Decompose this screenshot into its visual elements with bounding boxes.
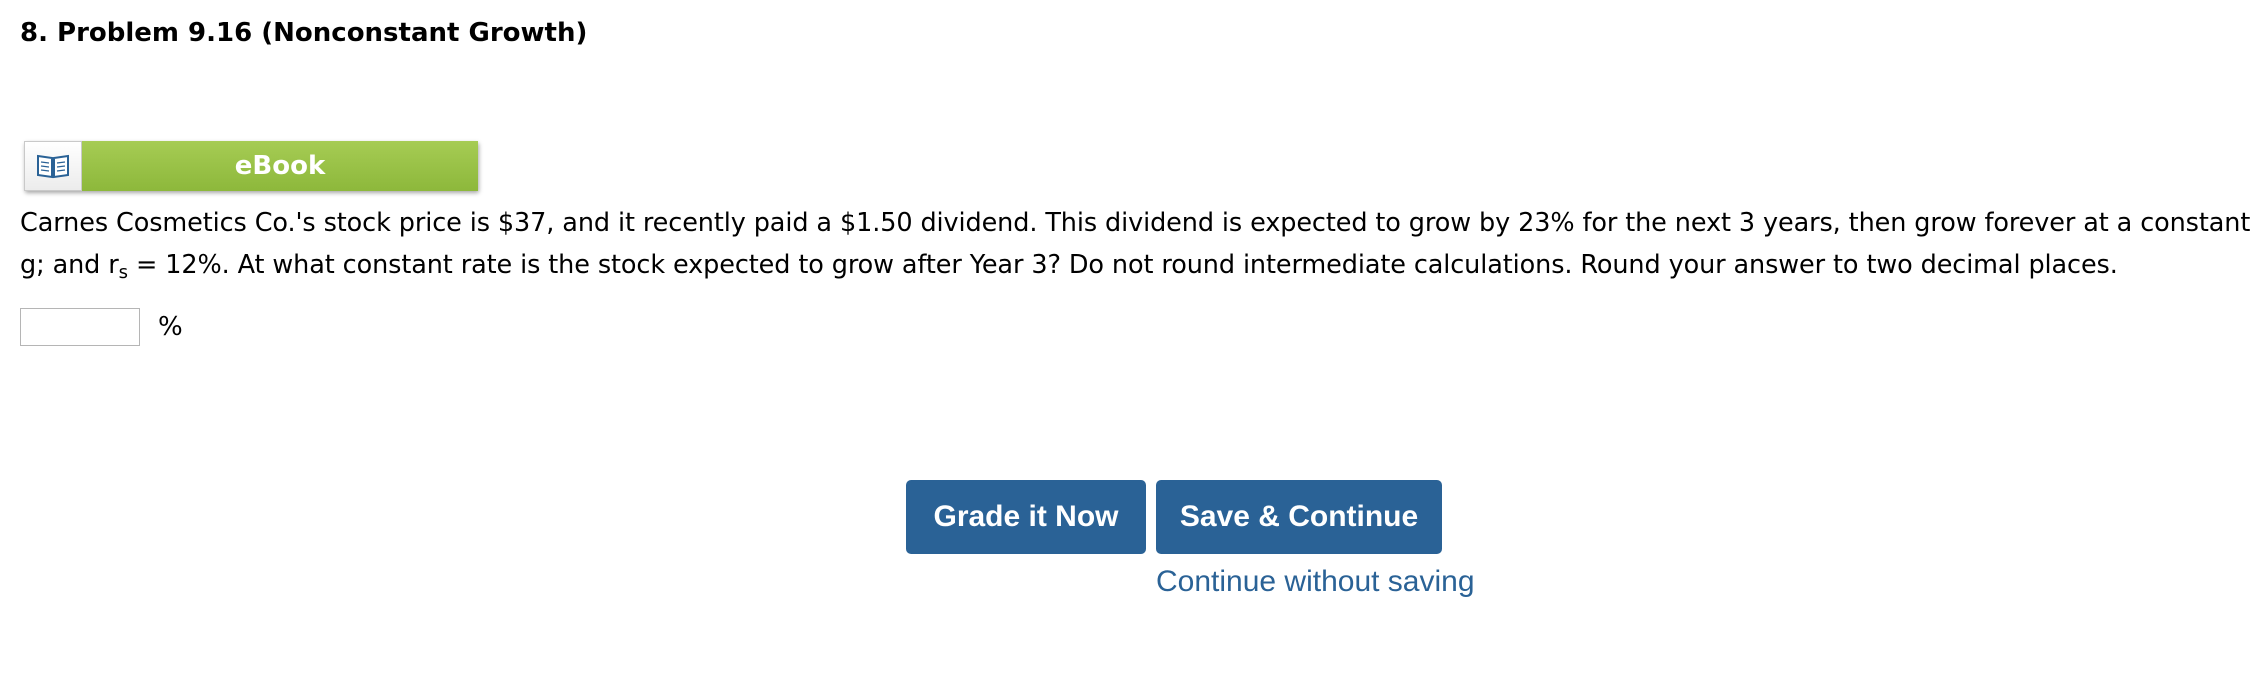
question-line-2-suffix: = 12%. At what constant rate is the stoc…	[127, 250, 2118, 280]
ebook-label: eBook	[82, 141, 478, 191]
save-and-continue-button[interactable]: Save & Continue	[1156, 480, 1442, 554]
ebook-icon-container	[24, 141, 82, 191]
continue-without-saving-link[interactable]: Continue without saving	[1156, 565, 1475, 599]
ebook-button[interactable]: eBook	[24, 141, 478, 191]
question-line-2-prefix: g; and r	[20, 250, 119, 280]
question-line-2: g; and rs = 12%. At what constant rate i…	[20, 244, 2245, 286]
question-text: Carnes Cosmetics Co.'s stock price is $3…	[20, 202, 2252, 286]
grade-it-now-button[interactable]: Grade it Now	[906, 480, 1146, 554]
answer-row: %	[20, 308, 183, 346]
question-line-1: Carnes Cosmetics Co.'s stock price is $3…	[20, 208, 2252, 238]
growth-rate-input[interactable]	[20, 308, 140, 346]
problem-title: 8. Problem 9.16 (Nonconstant Growth)	[20, 18, 588, 48]
book-icon	[37, 154, 69, 179]
rs-subscript: s	[118, 262, 128, 283]
percent-unit-label: %	[158, 312, 183, 342]
